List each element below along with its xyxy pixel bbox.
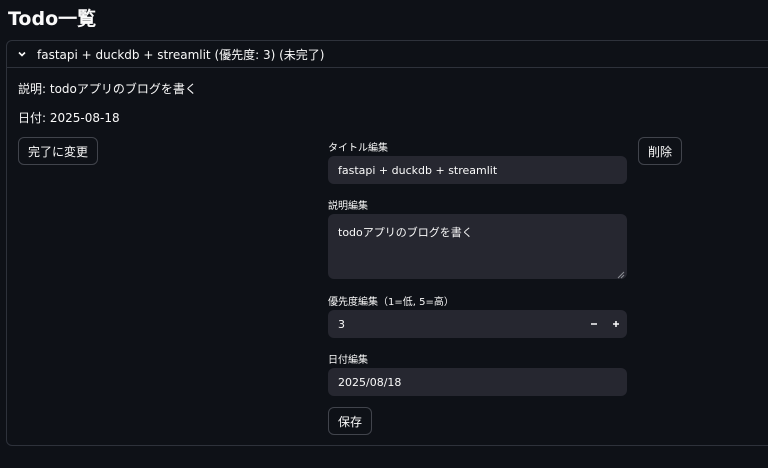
date-input-value: 2025/08/18 [338,375,402,389]
priority-stepper [589,310,621,338]
description-textarea-value: todoアプリのブログを書く [338,226,473,239]
priority-number-input[interactable]: 3 [328,310,627,338]
plus-icon[interactable] [611,317,621,332]
description-text: 説明: todoアプリのブログを書く [18,82,197,96]
page-title: Todo一覧 [8,8,97,30]
date-edit-label: 日付編集 [328,355,368,366]
todo-expander-header[interactable]: fastapi + duckdb + streamlit (優先度: 3) (未… [7,41,768,68]
title-input-value: fastapi + duckdb + streamlit [338,163,498,177]
title-input[interactable]: fastapi + duckdb + streamlit [328,156,627,184]
priority-edit-label: 優先度編集（1=低, 5=高） [328,297,454,308]
save-button[interactable]: 保存 [328,407,373,435]
delete-button[interactable]: 削除 [638,137,683,165]
chevron-down-icon [17,48,29,60]
date-input[interactable]: 2025/08/18 [328,368,627,396]
title-edit-label: タイトル編集 [328,143,388,154]
description-textarea[interactable]: todoアプリのブログを書く [328,214,627,279]
minus-icon[interactable] [589,317,599,332]
resize-handle-icon[interactable] [617,269,625,279]
description-edit-label: 説明編集 [328,201,368,212]
todo-header-label: fastapi + duckdb + streamlit (優先度: 3) (未… [37,47,325,62]
priority-input-value: 3 [338,317,345,331]
todo-expander: fastapi + duckdb + streamlit (優先度: 3) (未… [6,40,768,446]
mark-complete-button[interactable]: 完了に変更 [18,137,99,165]
date-text: 日付: 2025-08-18 [18,111,120,125]
